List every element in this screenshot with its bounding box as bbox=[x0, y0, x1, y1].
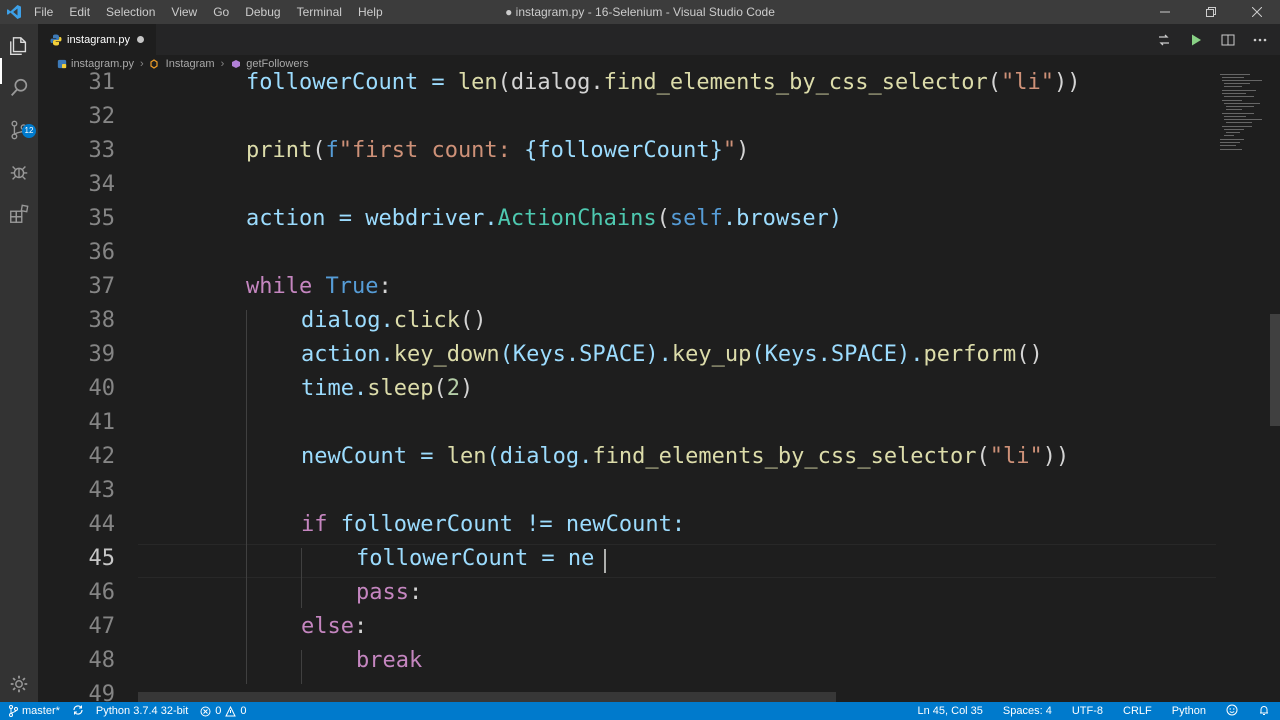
line-number: 36 bbox=[88, 240, 116, 265]
breadcrumb-class[interactable]: Instagram bbox=[150, 58, 215, 70]
activity-bar: 12 bbox=[0, 24, 38, 702]
code-line-44[interactable]: if followerCount != newCount: bbox=[301, 508, 685, 542]
vertical-scrollbar-thumb[interactable] bbox=[1270, 314, 1280, 426]
line-number: 40 bbox=[88, 376, 116, 401]
line-number: 34 bbox=[88, 172, 116, 197]
line-number: 44 bbox=[88, 512, 116, 537]
python-file-icon bbox=[50, 34, 62, 45]
class-symbol-icon bbox=[150, 58, 158, 69]
indent-guide bbox=[246, 310, 247, 684]
sync-icon[interactable] bbox=[72, 704, 84, 719]
search-icon[interactable] bbox=[7, 76, 31, 100]
menu-bar: File Edit Selection View Go Debug Termin… bbox=[26, 0, 391, 24]
extensions-icon[interactable] bbox=[7, 202, 31, 226]
editor-actions bbox=[1156, 24, 1268, 55]
code-line-45[interactable]: followerCount = ne bbox=[356, 542, 594, 576]
tab-instagram-py[interactable]: instagram.py bbox=[38, 24, 156, 55]
tab-label: instagram.py bbox=[67, 33, 130, 46]
menu-debug[interactable]: Debug bbox=[237, 0, 288, 24]
current-line-highlight bbox=[138, 544, 1216, 578]
open-changes-icon[interactable] bbox=[1156, 32, 1172, 48]
menu-file[interactable]: File bbox=[26, 0, 61, 24]
active-indicator bbox=[0, 58, 2, 84]
menu-selection[interactable]: Selection bbox=[98, 0, 163, 24]
code-line-46[interactable]: pass: bbox=[356, 576, 422, 610]
line-number: 31 bbox=[88, 72, 116, 95]
line-number: 49 bbox=[88, 682, 116, 702]
explorer-icon[interactable] bbox=[7, 34, 31, 58]
line-number: 46 bbox=[88, 580, 116, 605]
method-symbol-icon bbox=[232, 59, 241, 68]
error-icon bbox=[200, 706, 211, 716]
menu-view[interactable]: View bbox=[163, 0, 205, 24]
notifications-bell-icon[interactable] bbox=[1258, 704, 1270, 719]
breadcrumb-file[interactable]: instagram.py bbox=[57, 58, 134, 70]
encoding[interactable]: UTF-8 bbox=[1072, 705, 1103, 717]
line-number: 41 bbox=[88, 410, 116, 435]
code-line-39[interactable]: action.key_down(Keys.SPACE).key_up(Keys.… bbox=[301, 338, 1043, 372]
code-line-40[interactable]: time.sleep(2) bbox=[301, 372, 473, 406]
settings-gear-icon[interactable] bbox=[7, 672, 31, 696]
git-branch[interactable]: master* bbox=[8, 705, 60, 717]
title-bar: File Edit Selection View Go Debug Termin… bbox=[0, 0, 1280, 24]
menu-edit[interactable]: Edit bbox=[61, 0, 98, 24]
horizontal-scrollbar-thumb[interactable] bbox=[138, 692, 836, 702]
vscode-logo-icon bbox=[7, 5, 21, 19]
unsaved-dot-icon[interactable] bbox=[137, 36, 144, 43]
line-number: 39 bbox=[88, 342, 116, 367]
indent-guide bbox=[301, 650, 302, 684]
line-number: 33 bbox=[88, 138, 116, 163]
code-line-38[interactable]: dialog.click() bbox=[301, 304, 486, 338]
line-number: 45 bbox=[88, 546, 116, 571]
python-file-icon bbox=[57, 59, 67, 68]
status-bar: master* Python 3.7.4 32-bit 0 0 Ln 45, C… bbox=[0, 702, 1280, 720]
breadcrumb-separator-icon: › bbox=[220, 57, 225, 70]
line-number: 43 bbox=[88, 478, 116, 503]
line-number: 48 bbox=[88, 648, 116, 673]
line-number: 42 bbox=[88, 444, 116, 469]
git-branch-icon bbox=[9, 705, 18, 717]
code-line-37[interactable]: while True: bbox=[246, 270, 392, 304]
warning-icon bbox=[225, 705, 237, 716]
source-control-badge: 12 bbox=[22, 124, 36, 138]
debug-icon[interactable] bbox=[7, 160, 31, 184]
line-number: 37 bbox=[88, 274, 116, 299]
restore-icon[interactable] bbox=[1188, 0, 1234, 24]
line-number: 35 bbox=[88, 206, 116, 231]
line-ending[interactable]: CRLF bbox=[1123, 705, 1152, 717]
code-line-33[interactable]: print(f"first count: {followerCount}") bbox=[246, 134, 749, 168]
code-line-35[interactable]: action = webdriver.ActionChains(self.bro… bbox=[246, 202, 842, 236]
tab-bar: instagram.py bbox=[38, 24, 1280, 55]
line-number: 47 bbox=[88, 614, 116, 639]
line-number: 32 bbox=[88, 104, 116, 129]
close-icon[interactable] bbox=[1234, 0, 1280, 24]
code-line-47[interactable]: else: bbox=[301, 610, 367, 644]
more-actions-icon[interactable] bbox=[1252, 32, 1268, 48]
indent-guide bbox=[301, 548, 302, 608]
menu-terminal[interactable]: Terminal bbox=[289, 0, 350, 24]
indentation[interactable]: Spaces: 4 bbox=[1003, 705, 1052, 717]
code-editor[interactable]: 31 32 33 34 35 36 37 38 39 40 41 42 43 44 45 46 47 48 49 f… bbox=[38, 72, 1280, 702]
language-mode[interactable]: Python bbox=[1172, 705, 1206, 717]
feedback-icon[interactable] bbox=[1226, 704, 1238, 719]
window-controls bbox=[1142, 0, 1280, 24]
breadcrumb-method[interactable]: getFollowers bbox=[230, 58, 309, 70]
line-number: 38 bbox=[88, 308, 116, 333]
problems-indicator[interactable]: 0 0 bbox=[200, 705, 247, 717]
code-line-48[interactable]: break bbox=[356, 644, 422, 678]
cursor-position[interactable]: Ln 45, Col 35 bbox=[917, 705, 982, 717]
menu-go[interactable]: Go bbox=[205, 0, 237, 24]
text-cursor bbox=[604, 549, 606, 573]
code-line-42[interactable]: newCount = len(dialog.find_elements_by_c… bbox=[301, 440, 1069, 474]
python-interpreter[interactable]: Python 3.7.4 32-bit bbox=[96, 705, 188, 717]
minimap[interactable] bbox=[1218, 72, 1272, 702]
run-icon[interactable] bbox=[1188, 32, 1204, 48]
breadcrumb: instagram.py › Instagram › getFollowers bbox=[38, 55, 1280, 72]
breadcrumb-separator-icon: › bbox=[139, 57, 144, 70]
code-line-31[interactable]: followerCount = len(dialog.find_elements… bbox=[246, 72, 1080, 100]
menu-help[interactable]: Help bbox=[350, 0, 391, 24]
split-editor-icon[interactable] bbox=[1220, 32, 1236, 48]
minimize-icon[interactable] bbox=[1142, 0, 1188, 24]
